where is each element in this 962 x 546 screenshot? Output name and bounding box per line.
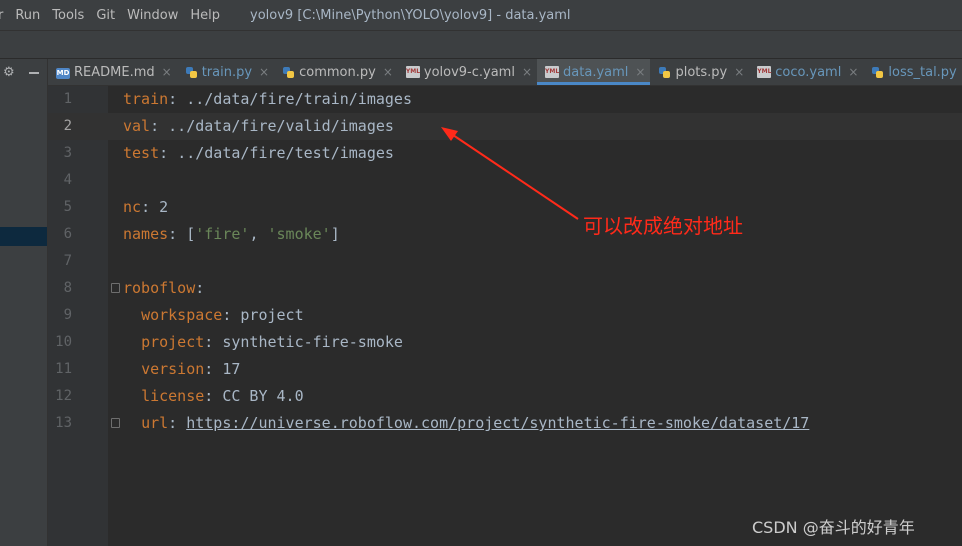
arrow-head	[441, 127, 458, 141]
annotation-text: 可以改成绝对地址	[583, 214, 743, 238]
arrow-line	[449, 132, 579, 220]
annotation-arrow	[441, 127, 579, 220]
watermark: CSDN @奋斗的好青年	[752, 518, 915, 537]
